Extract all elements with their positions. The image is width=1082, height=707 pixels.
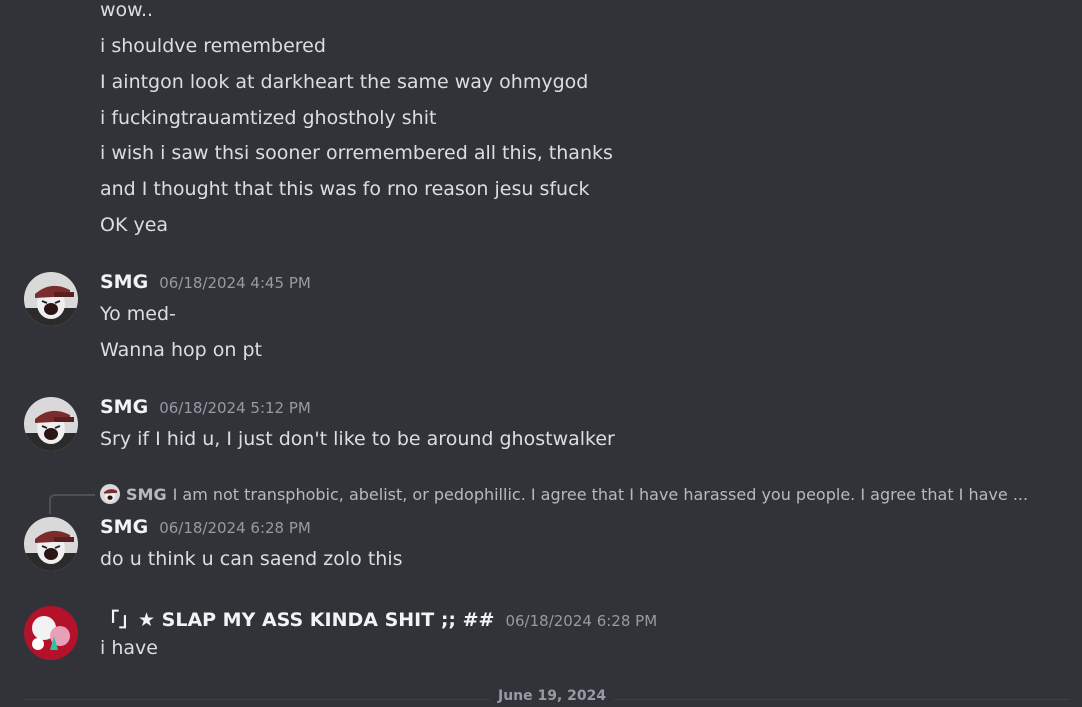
timestamp: 06/18/2024 6:28 PM [505, 612, 658, 630]
message-line: i fuckingtrauamtized ghostholy shit [100, 107, 437, 129]
message-header: SMG 06/18/2024 4:45 PM [100, 271, 311, 293]
reply-text[interactable]: I am not transphobic, abelist, or pedoph… [173, 485, 1029, 504]
date-divider-label: June 19, 2024 [490, 688, 615, 704]
message-line: Wanna hop on pt [100, 339, 262, 361]
timestamp: 06/18/2024 5:12 PM [159, 399, 311, 417]
timestamp: 06/18/2024 6:28 PM [159, 519, 311, 537]
message-line: I aintgon look at darkheart the same way… [100, 71, 589, 93]
author-name[interactable]: SMG [100, 396, 148, 418]
reply-preview[interactable]: SMG I am not transphobic, abelist, or pe… [100, 484, 1028, 504]
message-line: Sry if I hid u, I just don't like to be … [100, 428, 615, 450]
reply-author-name[interactable]: SMG [126, 485, 167, 504]
user-avatar[interactable] [24, 517, 78, 571]
author-name[interactable]: SMG [100, 271, 148, 293]
message-line: i shouldve remembered [100, 35, 326, 57]
user-avatar[interactable] [24, 606, 78, 660]
message-line: Yo med- [100, 303, 176, 325]
message-header: SMG 06/18/2024 5:12 PM [100, 396, 311, 418]
user-avatar[interactable] [24, 272, 78, 326]
reply-avatar [100, 484, 120, 504]
message-line: wow.. [100, 0, 154, 21]
message-line: and I thought that this was fo rno reaso… [100, 178, 590, 200]
message-header: 「」★ SLAP MY ASS KINDA SHIT ;; ## 06/18/2… [100, 605, 657, 632]
chat-message-list: wow.. i shouldve remembered I aintgon lo… [0, 0, 1082, 707]
message-line: OK yea [100, 214, 169, 236]
message-header: SMG 06/18/2024 6:28 PM [100, 516, 311, 538]
message-line: i have [100, 637, 158, 659]
author-name[interactable]: SMG [100, 516, 148, 538]
timestamp: 06/18/2024 4:45 PM [159, 274, 311, 292]
user-avatar[interactable] [24, 397, 78, 451]
reply-spine [49, 494, 95, 514]
message-line: i wish i saw thsi sooner orremembered al… [100, 142, 613, 164]
author-name[interactable]: 「」★ SLAP MY ASS KINDA SHIT ;; ## [100, 605, 494, 632]
message-line: do u think u can saend zolo this [100, 548, 403, 570]
